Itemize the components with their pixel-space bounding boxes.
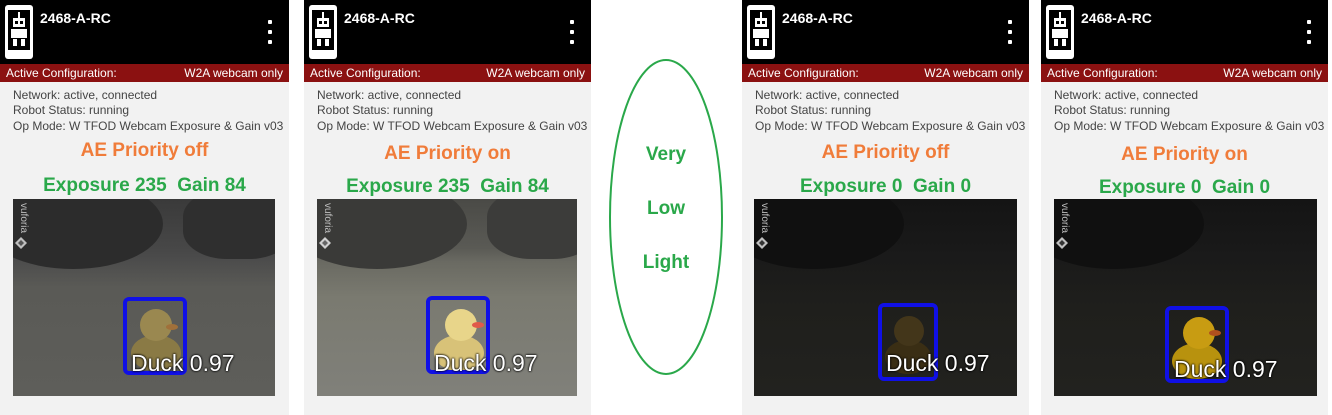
config-value: W2A webcam only	[486, 66, 585, 80]
op-mode: Op Mode: W TFOD Webcam Exposure & Gain v…	[13, 119, 284, 133]
low-light-ellipse: Very Low Light	[608, 58, 724, 376]
network-status: Network: active, connected	[317, 88, 462, 102]
robot-status: Robot Status: running	[755, 103, 872, 117]
detection-label: Duck 0.97	[886, 350, 990, 376]
vuforia-logo-icon	[319, 237, 331, 249]
rc-panel-4: 2468-A-RC Active Configuration: W2A webc…	[1041, 0, 1328, 415]
overflow-menu-icon[interactable]	[567, 18, 577, 46]
overflow-menu-icon[interactable]	[1304, 18, 1314, 46]
robot-status: Robot Status: running	[317, 103, 434, 117]
robot-controller-icon	[309, 5, 337, 59]
device-name: 2468-A-RC	[344, 10, 415, 26]
ae-priority-label: AE Priority on	[384, 143, 511, 164]
network-status: Network: active, connected	[13, 88, 158, 102]
detection-label: Duck 0.97	[131, 350, 235, 376]
device-name: 2468-A-RC	[782, 10, 853, 26]
config-label: Active Configuration:	[748, 66, 859, 80]
ellipse-word-2: Low	[647, 198, 685, 219]
rc-panel-2: 2468-A-RC Active Configuration: W2A webc…	[304, 0, 591, 415]
ae-priority-label: AE Priority off	[821, 142, 950, 163]
robot-controller-icon	[5, 5, 33, 59]
config-label: Active Configuration:	[6, 66, 117, 80]
op-mode: Op Mode: W TFOD Webcam Exposure & Gain v…	[317, 119, 588, 133]
camera-preview: vuforia Duck 0.97	[13, 199, 275, 396]
vuforia-watermark: vuforia	[759, 203, 770, 234]
config-value: W2A webcam only	[1223, 66, 1322, 80]
camera-preview: vuforia Duck 0.97	[1054, 199, 1317, 396]
config-label: Active Configuration:	[1047, 66, 1158, 80]
op-mode: Op Mode: W TFOD Webcam Exposure & Gain v…	[755, 119, 1026, 133]
network-status: Network: active, connected	[755, 88, 900, 102]
config-bar: Active Configuration: W2A webcam only	[304, 64, 591, 82]
app-bar: 2468-A-RC	[0, 0, 289, 64]
op-mode: Op Mode: W TFOD Webcam Exposure & Gain v…	[1054, 119, 1325, 133]
app-bar: 2468-A-RC	[1041, 0, 1328, 64]
vuforia-watermark: vuforia	[18, 203, 29, 234]
config-label: Active Configuration:	[310, 66, 421, 80]
ellipse-word-3: Light	[642, 252, 690, 273]
detection-label: Duck 0.97	[1174, 356, 1278, 382]
device-name: 2468-A-RC	[40, 10, 111, 26]
vuforia-logo-icon	[756, 237, 768, 249]
ae-priority-label: AE Priority off	[80, 140, 209, 161]
exposure-gain-label: Exposure 235 Gain 84	[346, 176, 549, 197]
camera-preview: vuforia Duck 0.97	[754, 199, 1017, 396]
network-status: Network: active, connected	[1054, 88, 1199, 102]
detection-label: Duck 0.97	[434, 350, 538, 376]
config-bar: Active Configuration: W2A webcam only	[0, 64, 289, 82]
app-bar: 2468-A-RC	[742, 0, 1029, 64]
config-bar: Active Configuration: W2A webcam only	[742, 64, 1029, 82]
ellipse-word-1: Very	[645, 144, 687, 165]
exposure-gain-label: Exposure 0 Gain 0	[1098, 177, 1271, 198]
rc-panel-3: 2468-A-RC Active Configuration: W2A webc…	[742, 0, 1029, 415]
robot-status: Robot Status: running	[1054, 103, 1171, 117]
camera-preview: vuforia Duck 0.97	[317, 199, 577, 396]
robot-status: Robot Status: running	[13, 103, 130, 117]
exposure-gain-label: Exposure 0 Gain 0	[799, 176, 972, 197]
config-value: W2A webcam only	[184, 66, 283, 80]
vuforia-watermark: vuforia	[1059, 203, 1070, 234]
vuforia-logo-icon	[1056, 237, 1068, 249]
overflow-menu-icon[interactable]	[1005, 18, 1015, 46]
app-bar: 2468-A-RC	[304, 0, 591, 64]
ae-priority-label: AE Priority on	[1121, 144, 1248, 165]
vuforia-logo-icon	[15, 237, 27, 249]
rc-panel-1: 2468-A-RC Active Configuration: W2A webc…	[0, 0, 289, 415]
robot-controller-icon	[747, 5, 775, 59]
exposure-gain-label: Exposure 235 Gain 84	[43, 175, 246, 196]
config-value: W2A webcam only	[924, 66, 1023, 80]
device-name: 2468-A-RC	[1081, 10, 1152, 26]
vuforia-watermark: vuforia	[322, 203, 333, 234]
config-bar: Active Configuration: W2A webcam only	[1041, 64, 1328, 82]
overflow-menu-icon[interactable]	[265, 18, 275, 46]
robot-controller-icon	[1046, 5, 1074, 59]
